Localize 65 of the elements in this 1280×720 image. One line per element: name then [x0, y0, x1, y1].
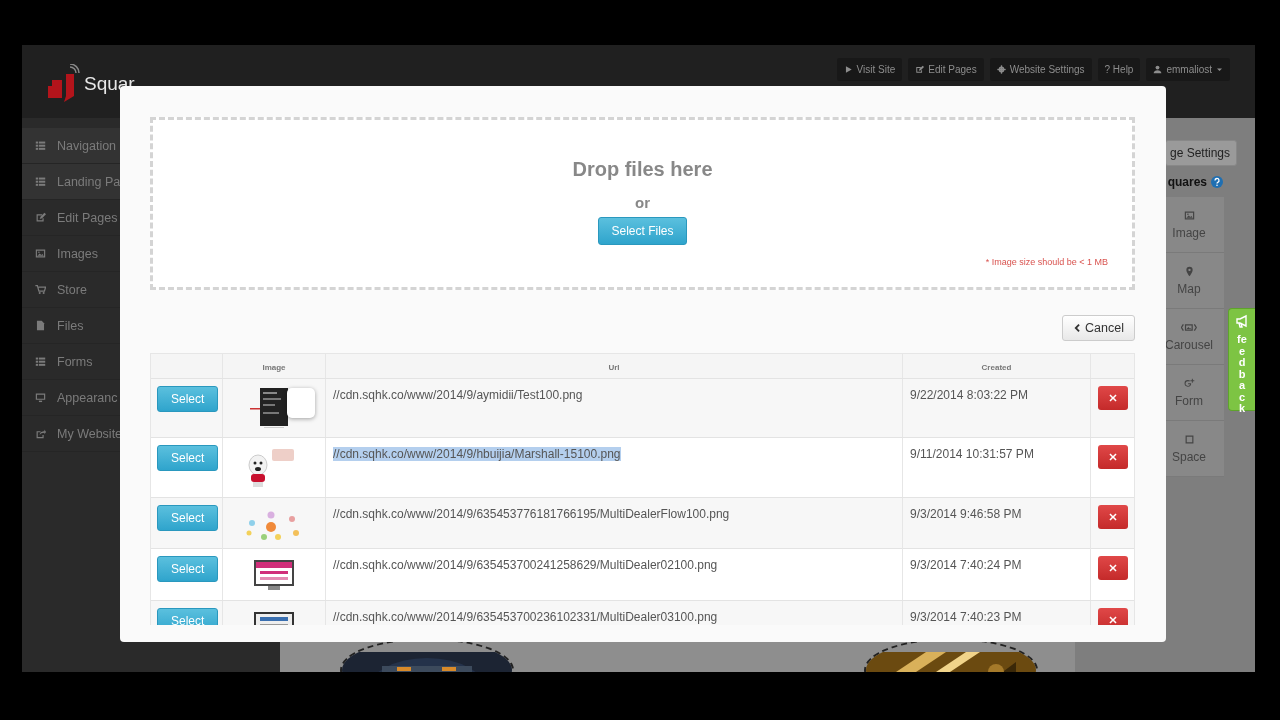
drop-zone[interactable]: Drop files here or Select Files * Image size should be < 1 MB — [150, 117, 1135, 290]
size-note: * Image size should be < 1 MB — [985, 257, 1108, 267]
close-icon — [1108, 512, 1118, 522]
close-icon — [1108, 615, 1118, 625]
delete-button[interactable] — [1098, 386, 1128, 410]
map-pin-icon — [1183, 265, 1195, 277]
delete-button[interactable] — [1098, 505, 1128, 529]
caret-down-icon — [1216, 66, 1223, 73]
table-cell: //cdn.sqhk.co/www/2014/9/635453776181766195/MultiDealerFlow100.png — [333, 507, 730, 521]
image-icon — [35, 248, 46, 259]
column-header: Url — [325, 354, 902, 378]
delete-button[interactable] — [1098, 608, 1128, 625]
table-cell: //cdn.sqhk.co/www/2014/9/635453700236102331/MultiDealer03100.png — [333, 610, 718, 624]
edit-icon — [915, 65, 925, 74]
table-cell: 9/22/2014 8:03:22 PM — [910, 388, 1029, 402]
column-header: Created — [902, 354, 1090, 378]
select-button[interactable]: Select — [157, 608, 219, 625]
image-icon — [1183, 209, 1195, 221]
column-header: Image — [222, 354, 325, 378]
table-cell: //cdn.sqhk.co/www/2014/9/hbuijia/Marshall-15100.png — [333, 447, 621, 461]
select-button[interactable]: Select — [157, 556, 219, 582]
table-cell: //cdn.sqhk.co/www/2014/9/aymidii/Test100.png — [333, 388, 583, 402]
section-heading: quares — [1167, 175, 1207, 189]
select-button[interactable]: Select — [157, 386, 219, 412]
nav-link[interactable]: ? Help — [1097, 58, 1141, 81]
table-cell: 9/3/2014 7:40:24 PM — [910, 558, 1022, 572]
user-icon — [1153, 65, 1163, 74]
select-files-button[interactable]: Select Files — [598, 217, 687, 245]
share-icon — [35, 428, 46, 439]
feedback-tab[interactable]: feedback — [1236, 334, 1248, 415]
nav-link[interactable]: Visit Site — [836, 58, 903, 81]
edit-icon — [35, 212, 46, 223]
list-icon — [35, 140, 46, 151]
settings-button[interactable]: ge Settings — [1164, 140, 1237, 166]
cancel-button[interactable]: Cancel — [1062, 315, 1135, 341]
nav-link[interactable]: emmaliost — [1146, 58, 1230, 81]
close-icon — [1108, 452, 1118, 462]
popover — [287, 388, 315, 418]
file-icon — [35, 320, 46, 331]
drop-title: Drop files here — [572, 158, 713, 181]
table-cell: 9/3/2014 7:40:23 PM — [910, 610, 1022, 624]
play-icon — [843, 65, 853, 74]
nav-link[interactable]: Website Settings — [989, 58, 1092, 81]
or-label: or — [635, 194, 650, 211]
table-cell: //cdn.sqhk.co/www/2014/9/635453700241258629/MultiDealer02100.png — [333, 558, 718, 572]
select-button[interactable]: Select — [157, 505, 219, 531]
help-icon[interactable] — [1211, 176, 1223, 188]
chevron-left-icon — [1072, 323, 1083, 333]
nav-link[interactable]: Edit Pages — [908, 58, 984, 81]
megaphone-icon — [1235, 314, 1249, 328]
carousel-icon — [1181, 321, 1197, 333]
list-icon — [35, 356, 46, 367]
close-icon — [1108, 563, 1118, 573]
table-cell: 9/11/2014 10:31:57 PM — [910, 447, 1034, 461]
delete-button[interactable] — [1098, 445, 1128, 469]
cart-icon — [35, 284, 46, 295]
list-icon — [35, 176, 46, 187]
select-button[interactable]: Select — [157, 445, 219, 471]
monitor-icon — [35, 392, 46, 403]
close-icon — [1108, 393, 1118, 403]
delete-button[interactable] — [1098, 556, 1128, 580]
table-cell: 9/3/2014 9:46:58 PM — [910, 507, 1022, 521]
plus-icon — [1183, 377, 1195, 389]
logo-icon — [46, 64, 80, 104]
settings-icon — [996, 65, 1006, 74]
